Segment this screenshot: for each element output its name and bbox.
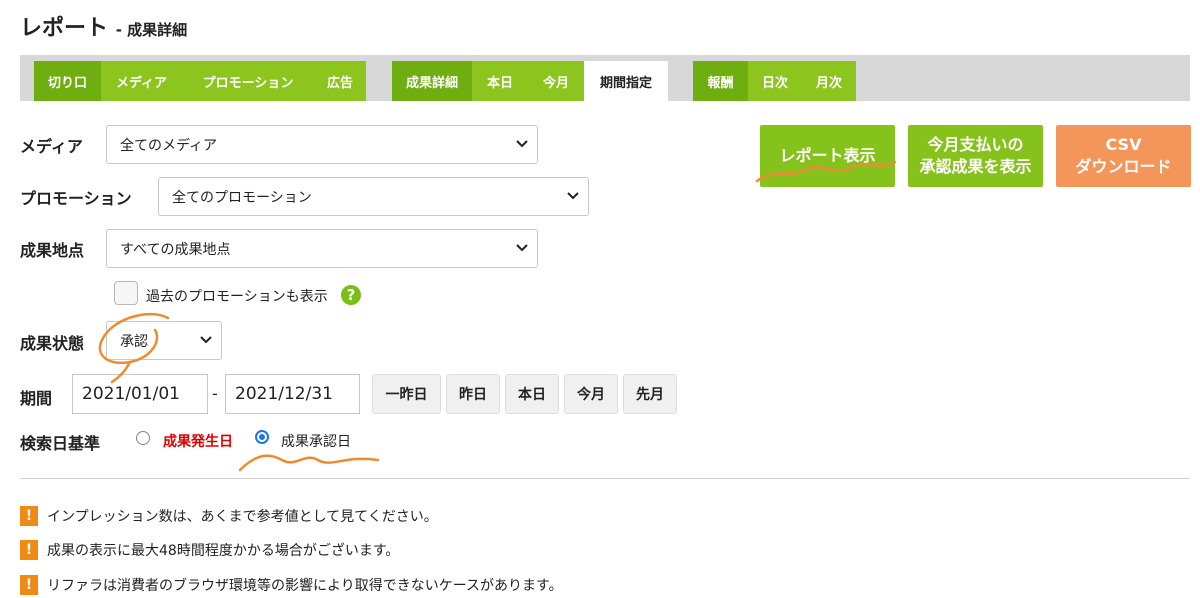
- divider: [20, 478, 1190, 479]
- help-icon[interactable]: ?: [341, 285, 361, 305]
- chevron-down-icon: [567, 192, 579, 200]
- point-label: 成果地点: [20, 241, 85, 260]
- tab-this-month[interactable]: 今月: [528, 61, 584, 101]
- today-button[interactable]: 本日: [505, 374, 559, 414]
- promotion-select-value: 全てのプロモーション: [172, 189, 312, 206]
- basis-occurred-radio[interactable]: [136, 431, 150, 445]
- report-button[interactable]: レポート表示: [760, 125, 895, 187]
- tab-reward[interactable]: 報酬: [693, 61, 748, 101]
- tab-bar: 切り口 メディア プロモーション 広告 成果詳細 本日 今月 期間指定 報酬 日…: [20, 55, 1190, 101]
- tab-promotion[interactable]: プロモーション: [182, 61, 314, 101]
- approved-button-line2: 承認成果を表示: [919, 157, 1032, 176]
- approved-this-month-button[interactable]: 今月支払いの 承認成果を表示: [908, 125, 1043, 187]
- report-button-label: レポート表示: [779, 146, 876, 165]
- csv-button-line1: CSV: [1105, 135, 1142, 154]
- tab-ads[interactable]: 広告: [314, 61, 366, 101]
- note-text: インプレッション数は、あくまで参考値として見てください。: [47, 509, 438, 525]
- yesterday-button[interactable]: 昨日: [446, 374, 500, 414]
- chevron-down-icon: [200, 336, 212, 344]
- csv-download-button[interactable]: CSV ダウンロード: [1056, 125, 1191, 187]
- note-text: リファラは消費者のブラウザ環境等の影響により取得できないケースがあります。: [47, 578, 563, 594]
- point-select[interactable]: すべての成果地点: [106, 229, 538, 268]
- basis-label: 検索日基準: [20, 434, 101, 453]
- note-text: 成果の表示に最大48時間程度かかる場合がございます。: [47, 543, 400, 559]
- tab-media[interactable]: メディア: [101, 61, 182, 101]
- promotion-label: プロモーション: [20, 189, 132, 208]
- approved-button-line1: 今月支払いの: [927, 135, 1024, 154]
- warning-icon: !: [20, 575, 38, 595]
- page-title-main: レポート: [20, 16, 109, 41]
- media-label: メディア: [20, 137, 83, 156]
- tab-period[interactable]: 期間指定: [584, 61, 668, 101]
- csv-button-line2: ダウンロード: [1075, 157, 1172, 176]
- status-label: 成果状態: [20, 334, 85, 353]
- page-title: レポート - 成果詳細: [20, 10, 187, 42]
- media-select[interactable]: 全てのメディア: [106, 125, 538, 164]
- note-item: ! 成果の表示に最大48時間程度かかる場合がございます。: [20, 540, 399, 560]
- tab-daily[interactable]: 日次: [748, 61, 802, 101]
- basis-approved-label: 成果承認日: [281, 434, 351, 450]
- warning-icon: !: [20, 506, 38, 526]
- note-item: ! インプレッション数は、あくまで参考値として見てください。: [20, 506, 438, 526]
- past-promotion-checkbox[interactable]: [114, 281, 138, 305]
- warning-icon: !: [20, 540, 38, 560]
- period-label: 期間: [20, 389, 53, 408]
- status-select-value: 承認: [120, 333, 148, 350]
- period-start-input[interactable]: 2021/01/01: [72, 374, 208, 414]
- tab-monthly[interactable]: 月次: [802, 61, 856, 101]
- tab-today[interactable]: 本日: [472, 61, 528, 101]
- last-month-button[interactable]: 先月: [623, 374, 677, 414]
- past-promotion-label: 過去のプロモーションも表示: [146, 289, 328, 305]
- chevron-down-icon: [516, 244, 528, 252]
- media-select-value: 全てのメディア: [120, 137, 218, 154]
- tab-kirikuchi[interactable]: 切り口: [34, 61, 101, 101]
- point-select-value: すべての成果地点: [120, 241, 231, 258]
- basis-occurred-label: 成果発生日: [163, 434, 233, 450]
- status-select[interactable]: 承認: [106, 321, 222, 360]
- page-subtitle: - 成果詳細: [115, 21, 188, 39]
- period-end-input[interactable]: 2021/12/31: [225, 374, 360, 414]
- note-item: ! リファラは消費者のブラウザ環境等の影響により取得できないケースがあります。: [20, 575, 563, 595]
- annotation-underline-approved: [238, 454, 380, 472]
- period-separator: -: [212, 384, 218, 403]
- this-month-button[interactable]: 今月: [564, 374, 618, 414]
- basis-approved-radio[interactable]: [255, 430, 269, 444]
- day-before-yesterday-button[interactable]: 一昨日: [372, 374, 441, 414]
- tab-detail[interactable]: 成果詳細: [392, 61, 472, 101]
- chevron-down-icon: [516, 140, 528, 148]
- promotion-select[interactable]: 全てのプロモーション: [158, 177, 589, 216]
